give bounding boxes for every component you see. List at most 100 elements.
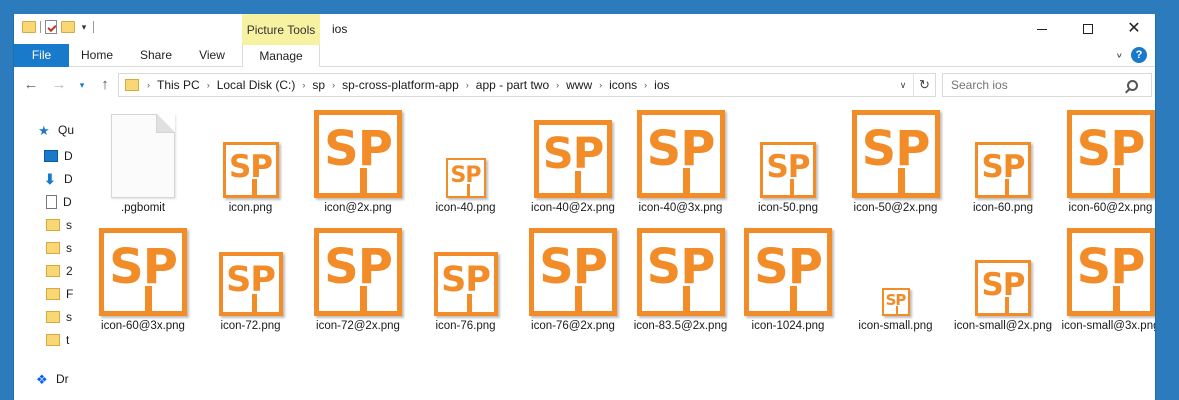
file-item[interactable]: SP icon-40@3x.png bbox=[628, 108, 734, 224]
sidebar-item-folder[interactable]: F bbox=[46, 284, 73, 304]
tab-view[interactable]: View bbox=[190, 44, 234, 67]
tab-file[interactable]: File bbox=[14, 44, 69, 67]
file-name: icon-76@2x.png bbox=[531, 320, 615, 332]
sp-logo-icon: SP bbox=[1066, 110, 1155, 198]
file-item[interactable]: SP icon-50.png bbox=[735, 108, 841, 224]
sp-logo-stem bbox=[1112, 168, 1120, 193]
customize-toolbar-dropdown-icon[interactable]: ▾ bbox=[79, 22, 89, 33]
sidebar-item-downloads[interactable]: ⬇ D bbox=[44, 169, 73, 189]
file-item[interactable]: SP icon-72@2x.png bbox=[305, 226, 411, 342]
expand-ribbon-icon[interactable]: ∨ bbox=[1116, 51, 1123, 59]
sp-logo-text: SP bbox=[861, 121, 931, 178]
sidebar-item-desktop[interactable]: D bbox=[44, 146, 73, 166]
file-item[interactable]: SP icon-40@2x.png bbox=[520, 108, 626, 224]
breadcrumb-item[interactable]: app - part two bbox=[476, 78, 549, 92]
file-item[interactable]: .pgbomit bbox=[90, 108, 196, 224]
sp-logo-icon: SP bbox=[445, 158, 486, 198]
sidebar-item-folder[interactable]: 2 bbox=[46, 261, 73, 281]
sp-logo-stem bbox=[682, 168, 690, 193]
file-item[interactable]: SP icon-50@2x.png bbox=[843, 108, 949, 224]
folder-icon bbox=[46, 288, 60, 300]
file-item[interactable]: SP icon-40.png bbox=[413, 108, 519, 224]
folder-icon bbox=[46, 219, 60, 231]
search-input[interactable] bbox=[943, 78, 1123, 92]
chevron-right-icon[interactable]: › bbox=[556, 80, 559, 90]
help-button[interactable]: ? bbox=[1131, 47, 1147, 63]
search-box[interactable] bbox=[942, 73, 1152, 97]
chevron-right-icon[interactable]: › bbox=[332, 80, 335, 90]
tab-manage[interactable]: Manage bbox=[242, 44, 320, 67]
up-button[interactable]: ↑ bbox=[96, 76, 114, 94]
refresh-icon[interactable]: ↻ bbox=[913, 74, 935, 96]
file-name: icon-60@3x.png bbox=[101, 320, 185, 332]
sidebar-item-quick-access[interactable]: ★ Qu bbox=[38, 120, 74, 140]
file-item[interactable]: SP icon.png bbox=[198, 108, 304, 224]
tab-share[interactable]: Share bbox=[130, 44, 182, 67]
sidebar-item-label: s bbox=[66, 310, 72, 324]
file-item[interactable]: SP icon-76.png bbox=[413, 226, 519, 342]
file-item[interactable]: SP icon-83.5@2x.png bbox=[628, 226, 734, 342]
sp-logo-text: SP bbox=[766, 148, 810, 185]
file-item[interactable]: SP icon-1024.png bbox=[735, 226, 841, 342]
file-name: icon-1024.png bbox=[751, 320, 825, 332]
breadcrumb-item[interactable]: sp-cross-platform-app bbox=[342, 78, 459, 92]
file-item[interactable]: SP icon-60@2x.png bbox=[1058, 108, 1156, 224]
sidebar-item-folder[interactable]: s bbox=[46, 307, 72, 327]
tab-home[interactable]: Home bbox=[72, 44, 122, 67]
folder-icon[interactable] bbox=[22, 21, 36, 33]
file-item[interactable]: SP icon-small@3x.png bbox=[1058, 226, 1155, 342]
dropbox-icon: ❖ bbox=[36, 371, 48, 387]
close-button[interactable]: ✕ bbox=[1111, 14, 1155, 44]
sp-logo-icon: SP bbox=[218, 252, 283, 316]
sp-logo-icon: SP bbox=[222, 142, 279, 198]
chevron-right-icon[interactable]: › bbox=[302, 80, 305, 90]
sidebar-item-folder[interactable]: s bbox=[46, 215, 72, 235]
file-thumbnail: SP bbox=[413, 108, 519, 198]
chevron-right-icon[interactable]: › bbox=[207, 80, 210, 90]
properties-icon[interactable] bbox=[45, 20, 57, 34]
chevron-right-icon[interactable]: › bbox=[147, 80, 150, 90]
file-item[interactable]: SP icon-60@3x.png bbox=[90, 226, 196, 342]
forward-button[interactable]: → bbox=[50, 76, 68, 94]
file-item[interactable]: SP icon-76@2x.png bbox=[520, 226, 626, 342]
breadcrumb-item[interactable]: www bbox=[566, 78, 592, 92]
file-thumbnail: SP bbox=[735, 226, 841, 316]
sidebar-item-documents[interactable]: D bbox=[46, 192, 72, 212]
address-history-dropdown-icon[interactable]: ∨ bbox=[893, 80, 913, 91]
sidebar-item-dropbox[interactable]: ❖ Dr bbox=[36, 369, 69, 389]
sp-logo-stem bbox=[790, 286, 798, 311]
sidebar-item-folder[interactable]: s bbox=[46, 238, 72, 258]
file-name: icon-83.5@2x.png bbox=[633, 320, 728, 332]
search-icon[interactable] bbox=[1127, 79, 1138, 91]
address-bar[interactable]: › This PC › Local Disk (C:) › sp › sp-cr… bbox=[118, 73, 936, 97]
sp-logo-text: SP bbox=[324, 121, 393, 178]
maximize-button[interactable] bbox=[1065, 14, 1111, 44]
breadcrumb-item[interactable]: ios bbox=[654, 78, 669, 92]
minimize-button[interactable] bbox=[1019, 14, 1065, 44]
new-folder-icon[interactable] bbox=[61, 21, 75, 33]
sp-logo-text: SP bbox=[539, 239, 608, 296]
breadcrumb-item[interactable]: icons bbox=[609, 78, 637, 92]
chevron-right-icon[interactable]: › bbox=[466, 80, 469, 90]
chevron-right-icon[interactable]: › bbox=[644, 80, 647, 90]
sidebar-item-folder[interactable]: t bbox=[46, 330, 69, 350]
file-item[interactable]: SP icon-72.png bbox=[198, 226, 304, 342]
sp-logo-icon: SP bbox=[851, 110, 940, 198]
recent-locations-icon[interactable]: ▾ bbox=[76, 76, 88, 94]
file-item[interactable]: SP icon-small.png bbox=[843, 226, 949, 342]
sp-logo-text: SP bbox=[1076, 121, 1146, 178]
file-thumbnail: SP bbox=[198, 226, 304, 316]
breadcrumb-item[interactable]: sp bbox=[312, 78, 325, 92]
breadcrumb-item[interactable]: Local Disk (C:) bbox=[217, 78, 296, 92]
sp-logo-text: SP bbox=[646, 121, 716, 178]
sp-logo-icon: SP bbox=[636, 228, 725, 316]
chevron-right-icon[interactable]: › bbox=[599, 80, 602, 90]
quick-access-toolbar: ▾ bbox=[22, 20, 94, 34]
window-title: ios bbox=[332, 22, 348, 36]
file-item[interactable]: SP icon-60.png bbox=[950, 108, 1056, 224]
file-thumbnail: SP bbox=[950, 108, 1056, 198]
back-button[interactable]: ← bbox=[22, 76, 40, 94]
file-item[interactable]: SP icon@2x.png bbox=[305, 108, 411, 224]
breadcrumb-item[interactable]: This PC bbox=[157, 78, 200, 92]
file-item[interactable]: SP icon-small@2x.png bbox=[950, 226, 1056, 342]
